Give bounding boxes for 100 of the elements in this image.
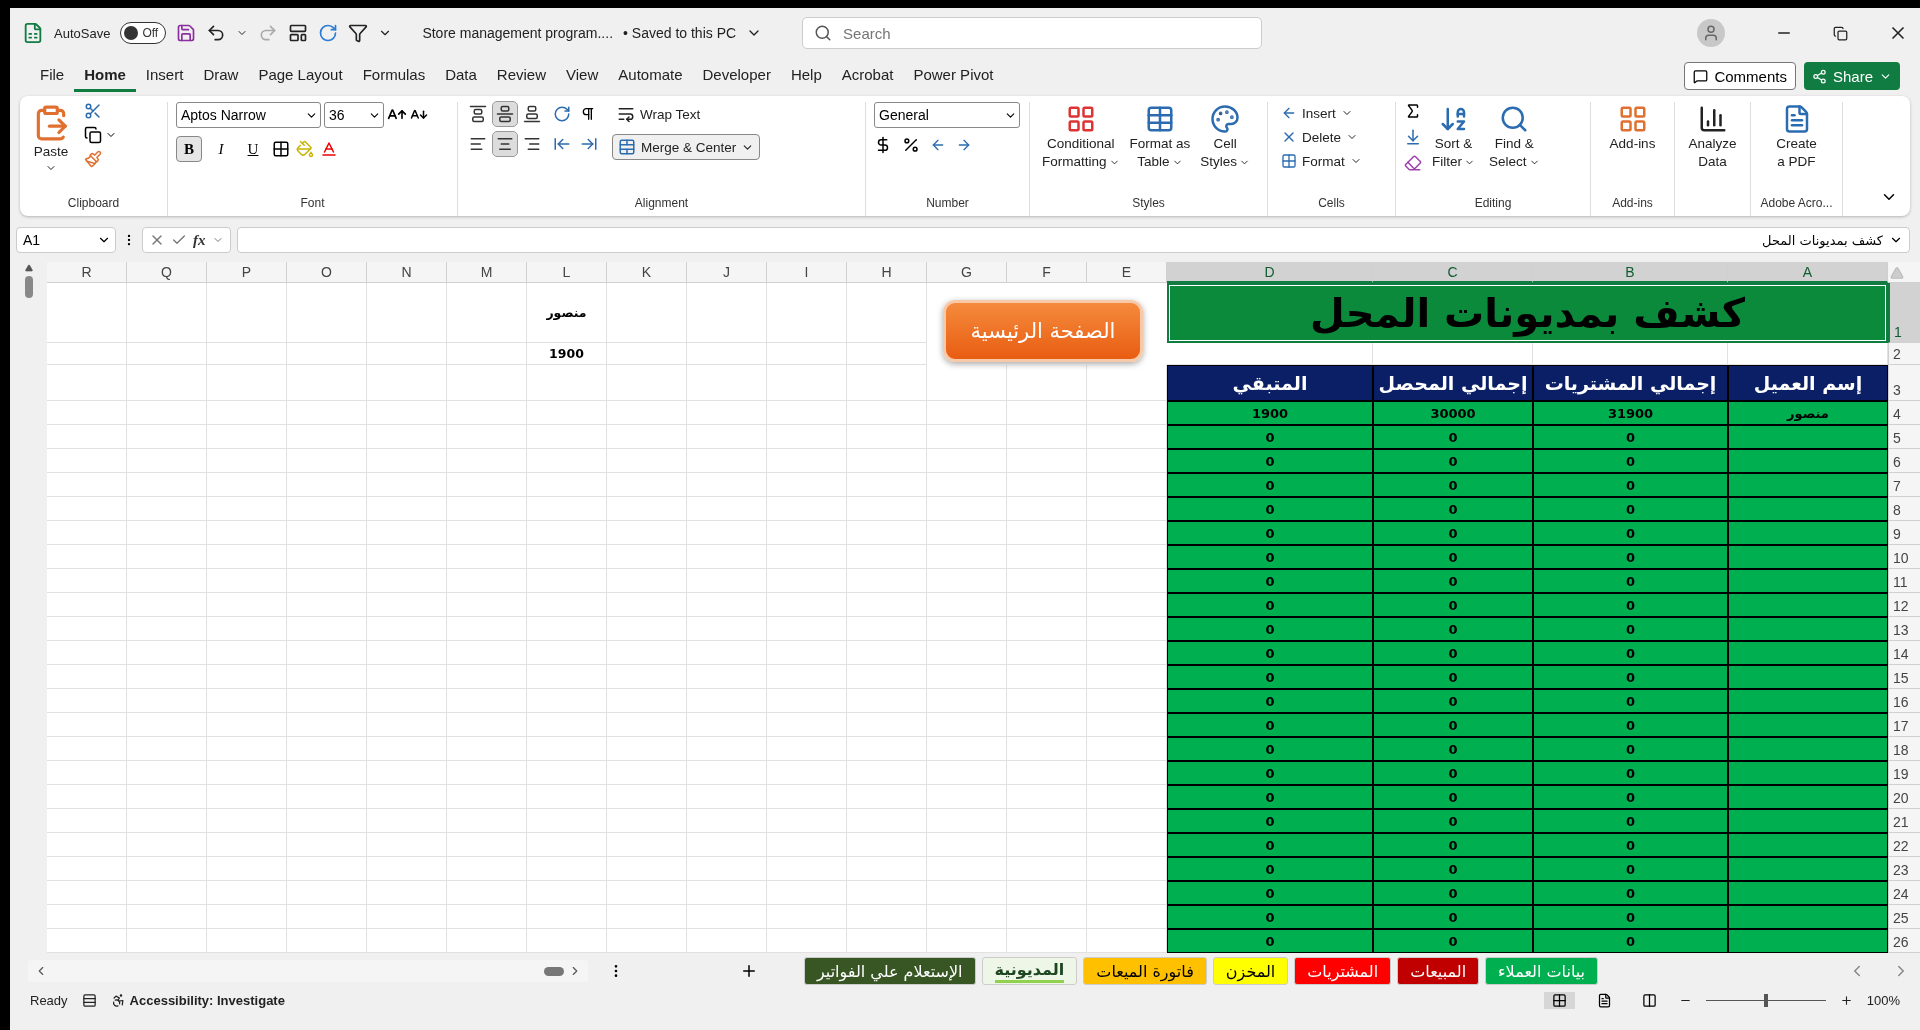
- sheet-cell[interactable]: [367, 641, 447, 665]
- format-cells-icon[interactable]: [1281, 153, 1297, 169]
- sheet-cell[interactable]: [1007, 833, 1087, 857]
- sheet-cell[interactable]: [447, 449, 527, 473]
- sheet-cell[interactable]: [367, 365, 447, 401]
- share-button[interactable]: Share: [1803, 62, 1900, 90]
- sheet-cell[interactable]: [1007, 785, 1087, 809]
- sheet-cell[interactable]: [527, 809, 607, 833]
- sheet-cell[interactable]: [287, 449, 367, 473]
- sheet-cell[interactable]: [1007, 365, 1087, 401]
- sheet-cell[interactable]: [607, 425, 687, 449]
- sheet-cell[interactable]: [687, 521, 767, 545]
- sheet-cell[interactable]: [767, 521, 847, 545]
- sheet-cell[interactable]: [1007, 593, 1087, 617]
- analyze-data-button[interactable]: Analyze Data: [1684, 102, 1741, 172]
- sheet-cell[interactable]: [127, 593, 207, 617]
- row-number[interactable]: 12: [1888, 593, 1920, 617]
- sheet-cell[interactable]: [1007, 569, 1087, 593]
- sheet-cell[interactable]: [127, 809, 207, 833]
- sheet-cell[interactable]: [767, 425, 847, 449]
- sheet-cell[interactable]: [607, 449, 687, 473]
- sheet-cell[interactable]: [47, 497, 127, 521]
- sheet-cell[interactable]: [447, 401, 527, 425]
- sheet-cell[interactable]: [447, 785, 527, 809]
- sheet-cell[interactable]: [47, 785, 127, 809]
- scrollbar-thumb[interactable]: [544, 966, 564, 976]
- sheet-cell[interactable]: [607, 569, 687, 593]
- sheet-cell[interactable]: [447, 473, 527, 497]
- sheet-cell[interactable]: [767, 569, 847, 593]
- sheet-cell[interactable]: [47, 283, 127, 343]
- menu-tab[interactable]: Help: [780, 60, 832, 92]
- sheet-cell[interactable]: [47, 473, 127, 497]
- scroll-up-icon[interactable]: [24, 264, 33, 272]
- sheet-cell[interactable]: [607, 593, 687, 617]
- sheet-cell[interactable]: [447, 497, 527, 521]
- sheet-cell[interactable]: [127, 665, 207, 689]
- insert-cells-icon[interactable]: [1281, 105, 1297, 121]
- rotate-icon[interactable]: [318, 23, 339, 43]
- sheet-cell[interactable]: [767, 641, 847, 665]
- sheet-cell[interactable]: [1007, 689, 1087, 713]
- sheet-cell[interactable]: [1007, 713, 1087, 737]
- sheet-cell[interactable]: [767, 905, 847, 929]
- column-heading[interactable]: M: [447, 262, 527, 283]
- sheet-cell[interactable]: [447, 593, 527, 617]
- sheet-cell[interactable]: [767, 833, 847, 857]
- menu-tab[interactable]: Data: [435, 60, 487, 92]
- menu-tab[interactable]: File: [30, 60, 75, 92]
- underline-button[interactable]: U: [240, 136, 266, 162]
- decrease-decimal-icon[interactable]: [930, 137, 946, 153]
- sheet-cell[interactable]: [47, 365, 127, 401]
- sheet-cell[interactable]: [847, 905, 927, 929]
- sheet-cell[interactable]: [767, 857, 847, 881]
- sheet-cell[interactable]: [207, 689, 287, 713]
- sheet-cell[interactable]: [927, 785, 1007, 809]
- sheet-cell[interactable]: [1007, 545, 1087, 569]
- sheet-cell[interactable]: [847, 641, 927, 665]
- sheet-cell[interactable]: [367, 713, 447, 737]
- name-box[interactable]: A1: [16, 227, 116, 253]
- menu-tab[interactable]: Review: [486, 60, 557, 92]
- sheet-cell[interactable]: [607, 737, 687, 761]
- menu-tab[interactable]: Home: [74, 60, 136, 92]
- sheet-cell[interactable]: [847, 569, 927, 593]
- sheet-cell[interactable]: [687, 497, 767, 521]
- sheet-cell[interactable]: [687, 401, 767, 425]
- sheet-cell[interactable]: [367, 283, 447, 343]
- sheet-cell[interactable]: [367, 761, 447, 785]
- cells-button[interactable]: Insert: [1276, 102, 1358, 124]
- merge-center-button[interactable]: Merge & Center: [612, 134, 761, 160]
- sheet-cell[interactable]: [847, 833, 927, 857]
- sheet-cell[interactable]: [367, 425, 447, 449]
- view-icon[interactable]: [1596, 992, 1612, 1008]
- sheet-cell[interactable]: [287, 905, 367, 929]
- sheet-cell[interactable]: [127, 521, 207, 545]
- triangle-icon[interactable]: [1890, 266, 1904, 280]
- autosave-toggle[interactable]: Off: [120, 22, 167, 44]
- sheet-cell[interactable]: [367, 809, 447, 833]
- insert-function-button[interactable]: fx: [193, 231, 206, 249]
- create-pdf-button[interactable]: Create a PDF: [1772, 102, 1821, 172]
- search-field[interactable]: Search: [802, 17, 1263, 49]
- column-heading[interactable]: N: [367, 262, 447, 283]
- row-number[interactable]: 23: [1888, 857, 1920, 881]
- sheet-cell[interactable]: [607, 881, 687, 905]
- sheet-cell[interactable]: [287, 665, 367, 689]
- sheet-cell[interactable]: [47, 713, 127, 737]
- paste-button[interactable]: Paste: [28, 102, 74, 176]
- increase-decimal-icon[interactable]: [956, 137, 972, 153]
- sheet-cell[interactable]: [47, 593, 127, 617]
- sheet-cell[interactable]: [767, 473, 847, 497]
- sheet-cell[interactable]: [367, 737, 447, 761]
- row-number[interactable]: 24: [1888, 881, 1920, 905]
- sheet-cell[interactable]: [607, 365, 687, 401]
- sheet-cell[interactable]: [847, 545, 927, 569]
- borders-icon[interactable]: [272, 140, 290, 158]
- sheet-cell[interactable]: [367, 401, 447, 425]
- sheet-cell[interactable]: [847, 617, 927, 641]
- sheet-cell[interactable]: [847, 809, 927, 833]
- sheet-cell[interactable]: [447, 737, 527, 761]
- sheet-cell[interactable]: [687, 569, 767, 593]
- sheet-cell[interactable]: [1007, 497, 1087, 521]
- sheet-cell[interactable]: [367, 593, 447, 617]
